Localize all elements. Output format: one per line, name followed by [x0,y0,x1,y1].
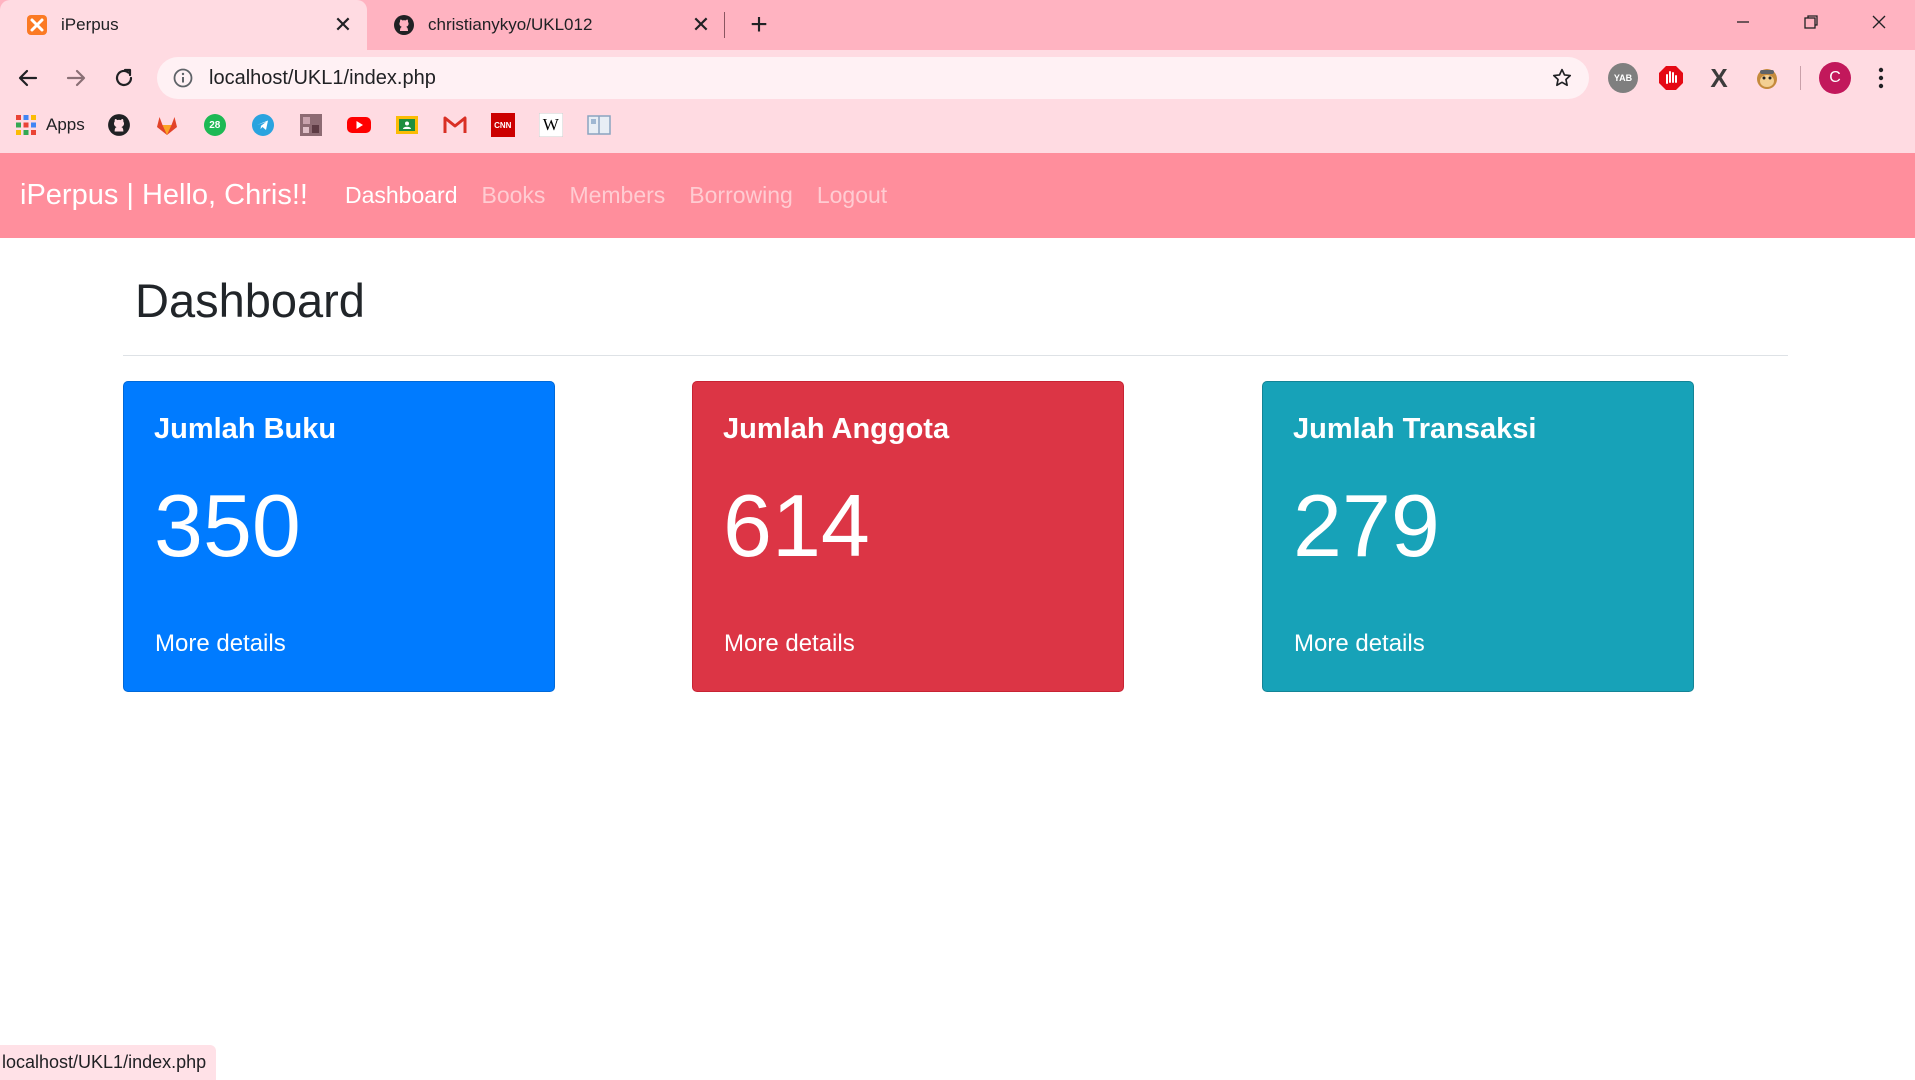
toolbar-separator [1800,66,1801,90]
forward-icon[interactable] [58,60,94,96]
gitlab-icon[interactable] [153,111,181,139]
card-jumlah-buku: Jumlah Buku 350 More details [123,381,555,692]
xampp-icon [25,13,49,37]
page-title: Dashboard [135,274,365,327]
back-icon[interactable] [10,60,46,96]
stop-hand-icon[interactable] [1656,63,1686,93]
new-tab-icon[interactable]: + [744,8,774,41]
card-value: 350 [154,476,301,575]
monkey-icon[interactable] [1752,63,1782,93]
telegram-icon[interactable] [249,111,277,139]
more-details-link[interactable]: More details [155,630,286,658]
apps-label: Apps [46,115,85,134]
site-info-icon[interactable] [171,66,195,90]
github-icon[interactable] [105,111,133,139]
yab-icon[interactable]: YAB [1608,63,1638,93]
tab-strip: iPerpus ✕ christianykyo/UKL012 ✕ + [0,0,1915,50]
address-bar[interactable] [157,57,1589,99]
nav-logout[interactable]: Logout [817,182,887,209]
nav-borrowing[interactable]: Borrowing [689,182,793,209]
menu-kebab-icon[interactable] [1866,63,1896,93]
url-input[interactable] [209,66,1547,90]
badge-28-icon[interactable]: 28 [201,111,229,139]
card-title: Jumlah Anggota [723,413,950,445]
card-value: 614 [723,476,870,575]
tab-separator [724,12,725,38]
tab-github[interactable]: christianykyo/UKL012 ✕ [367,0,725,50]
close-tab-icon[interactable]: ✕ [689,12,713,37]
minimize-icon[interactable] [1714,0,1772,44]
card-title: Jumlah Buku [154,413,337,445]
bookmark-star-icon[interactable] [1547,63,1577,93]
x-icon[interactable]: X [1704,63,1734,93]
nav-books[interactable]: Books [482,182,546,209]
card-title: Jumlah Transaksi [1293,413,1537,445]
more-details-link[interactable]: More details [1294,630,1425,658]
cnn-icon[interactable]: CNN [489,111,517,139]
wikipedia-icon[interactable]: W [537,111,565,139]
reader-icon[interactable] [585,111,613,139]
more-details-link[interactable]: More details [724,630,855,658]
bookmark-apps[interactable]: Apps [16,115,85,135]
youtube-icon[interactable] [345,111,373,139]
title-divider [123,355,1788,356]
profile-avatar[interactable]: C [1818,61,1852,95]
tab-title: iPerpus [61,15,119,34]
restore-icon[interactable] [1782,0,1840,44]
apps-grid-icon [16,115,36,135]
nav-members[interactable]: Members [569,182,665,209]
bookmarks-bar: Apps 28 CNN W [0,108,1915,142]
card-jumlah-anggota: Jumlah Anggota 614 More details [692,381,1124,692]
photo-icon[interactable] [297,111,325,139]
brand-link[interactable]: iPerpus | Hello, Chris!! [20,179,308,212]
tab-iperpus[interactable]: iPerpus ✕ [0,0,367,50]
classroom-icon[interactable] [393,111,421,139]
status-url-bar: localhost/UKL1/index.php [0,1045,217,1080]
close-tab-icon[interactable]: ✕ [331,12,355,37]
gmail-icon[interactable] [441,111,469,139]
nav-dashboard[interactable]: Dashboard [345,182,458,209]
tab-title: christianykyo/UKL012 [428,15,593,34]
reload-icon[interactable] [106,60,142,96]
close-window-icon[interactable] [1850,0,1908,44]
card-value: 279 [1293,476,1440,575]
site-navbar: iPerpus | Hello, Chris!! Dashboard Books… [0,153,1915,238]
github-icon [392,13,416,37]
card-jumlah-transaksi: Jumlah Transaksi 279 More details [1262,381,1694,692]
